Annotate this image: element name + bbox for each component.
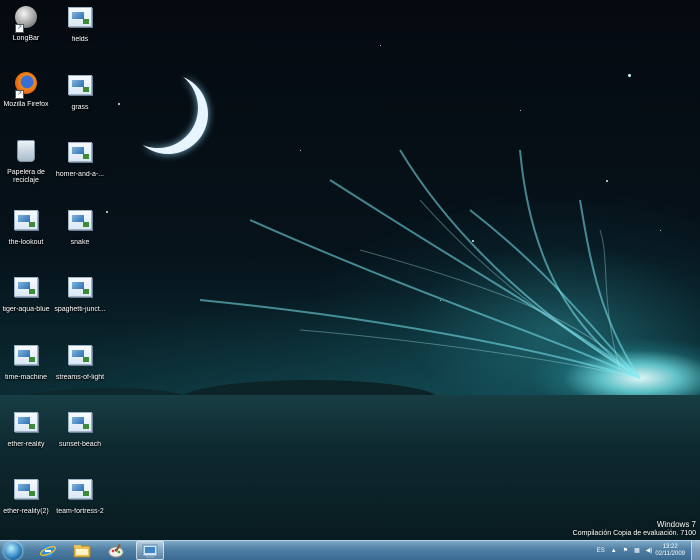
language-indicator[interactable]: ES <box>597 548 605 554</box>
image-file-icon <box>68 345 92 365</box>
show-desktop-button[interactable] <box>691 541 700 560</box>
desktop-icon-spaghetti-junction[interactable]: spaghetti-junct... <box>48 274 112 314</box>
internet-explorer-icon <box>40 544 56 557</box>
image-file-icon <box>68 479 92 499</box>
desktop-icon-grass[interactable]: grass <box>48 72 112 112</box>
image-file-icon <box>68 412 92 432</box>
icon-label: spaghetti-junct... <box>54 306 106 313</box>
recycle-bin-icon <box>17 140 35 162</box>
image-file-icon <box>14 412 38 432</box>
shortcut-arrow-icon: ↗ <box>15 90 24 99</box>
desktop-icon-fields[interactable]: fields <box>48 4 112 44</box>
image-file-icon <box>68 277 92 297</box>
clock-time: 13:22 <box>662 543 678 550</box>
icon-label: fields <box>71 36 89 43</box>
desktop-icon-team-fortress-2[interactable]: team-fortress-2 <box>48 476 112 516</box>
image-file-icon <box>68 210 92 230</box>
taskbar-paint[interactable] <box>102 541 130 560</box>
desktop-icon-streams-of-light[interactable]: streams-of-light <box>48 342 112 382</box>
folder-icon <box>73 544 91 557</box>
desktop[interactable]: ↗ LongBar ↗ Mozilla Firefox Papelera de … <box>0 0 700 560</box>
image-file-icon <box>14 277 38 297</box>
taskbar-internet-explorer[interactable] <box>34 541 62 560</box>
action-center-icon[interactable]: ⚑ <box>623 547 628 554</box>
taskbar: ES ▲ ⚑ ▦ ◀) 13:22 02/11/2009 <box>0 540 700 560</box>
volume-icon[interactable]: ◀) <box>646 547 653 554</box>
icon-label: grass <box>71 104 89 111</box>
icon-label: snake <box>70 239 90 246</box>
icon-label: streams-of-light <box>55 374 105 381</box>
image-file-icon <box>14 345 38 365</box>
desktop-icon-sunset-beach[interactable]: sunset-beach <box>48 409 112 449</box>
network-icon[interactable]: ▦ <box>634 547 640 554</box>
start-button[interactable] <box>4 542 22 560</box>
desktop-icon-homer-and-a[interactable]: homer-and-a-... <box>48 139 112 179</box>
image-file-icon <box>14 479 38 499</box>
clock-date: 02/11/2009 <box>655 550 685 557</box>
icon-label: sunset-beach <box>58 441 102 448</box>
control-panel-icon <box>142 544 158 558</box>
image-file-icon <box>68 142 92 162</box>
clock[interactable]: 13:22 02/11/2009 <box>655 544 685 558</box>
watermark-build: Compilación Copia de evaluación. 7100 <box>572 530 696 537</box>
taskbar-windows-explorer[interactable] <box>68 541 96 560</box>
desktop-icon-snake[interactable]: snake <box>48 207 112 247</box>
windows-watermark: Windows 7 Compilación Copia de evaluació… <box>573 520 696 538</box>
watermark-title: Windows 7 <box>656 520 696 529</box>
system-tray: ES ▲ ⚑ ▦ ◀) 13:22 02/11/2009 <box>594 541 700 560</box>
paint-icon <box>108 543 124 557</box>
image-file-icon <box>68 75 92 95</box>
icon-label: team-fortress-2 <box>56 508 104 515</box>
taskbar-control-panel[interactable] <box>136 541 164 560</box>
image-file-icon <box>68 7 92 27</box>
tray-expand-icon[interactable]: ▲ <box>611 548 617 554</box>
shortcut-arrow-icon: ↗ <box>15 24 24 33</box>
image-file-icon <box>14 210 38 230</box>
icon-label: homer-and-a-... <box>55 171 105 178</box>
